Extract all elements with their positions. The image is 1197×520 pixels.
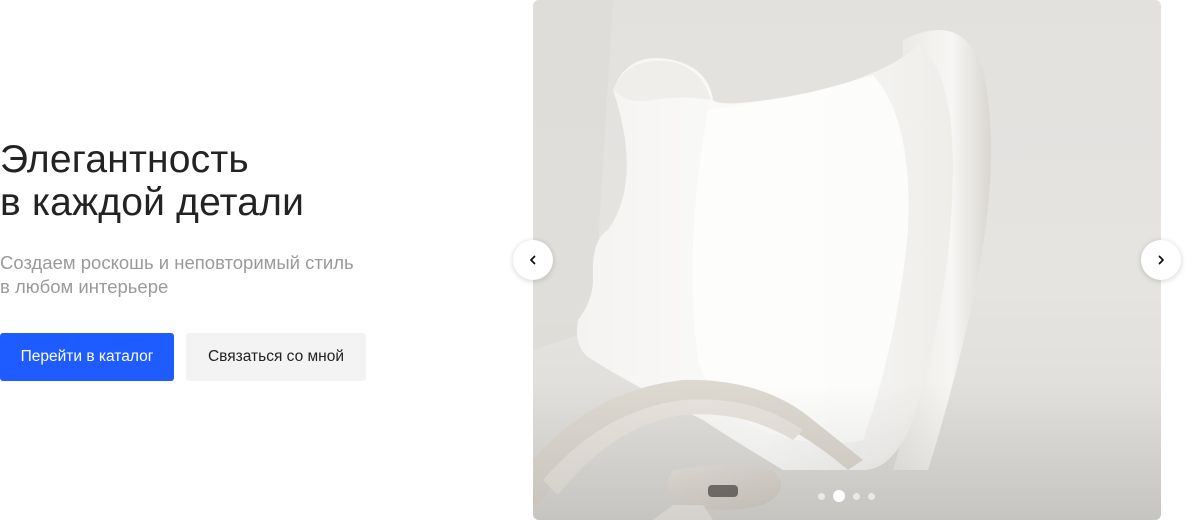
hero-title-line-2: в каждой детали	[0, 181, 305, 224]
slider-next-button[interactable]	[1141, 240, 1181, 280]
slider-dot-3[interactable]	[853, 492, 860, 500]
hero-text-block: Элегантность в каждой детали Создаем рос…	[0, 138, 470, 381]
slider-pagination	[818, 490, 875, 502]
hero-title: Элегантность в каждой детали	[0, 138, 470, 224]
slider-dot-1[interactable]	[818, 492, 825, 500]
contact-button[interactable]: Связаться со мной	[186, 333, 366, 381]
image-slider[interactable]	[533, 0, 1161, 520]
hero-section: Элегантность в каждой детали Создаем рос…	[0, 0, 1197, 520]
hero-actions: Перейти в каталог Связаться со мной	[0, 333, 470, 381]
slider-dot-4[interactable]	[868, 492, 875, 500]
catalog-button[interactable]: Перейти в каталог	[0, 333, 174, 381]
chevron-left-icon	[530, 255, 536, 265]
chevron-right-icon	[1158, 255, 1164, 265]
hero-subtitle-line-2: в любом интерьере	[0, 276, 169, 297]
slider-dot-2[interactable]	[833, 490, 845, 502]
slider-prev-button[interactable]	[513, 240, 553, 280]
hero-title-line-1: Элегантность	[0, 138, 249, 181]
hero-subtitle-line-1: Создаем роскошь и неповторимый стиль	[0, 252, 354, 273]
chair-image	[533, 0, 1161, 520]
hero-subtitle: Создаем роскошь и неповторимый стиль в л…	[0, 251, 470, 299]
